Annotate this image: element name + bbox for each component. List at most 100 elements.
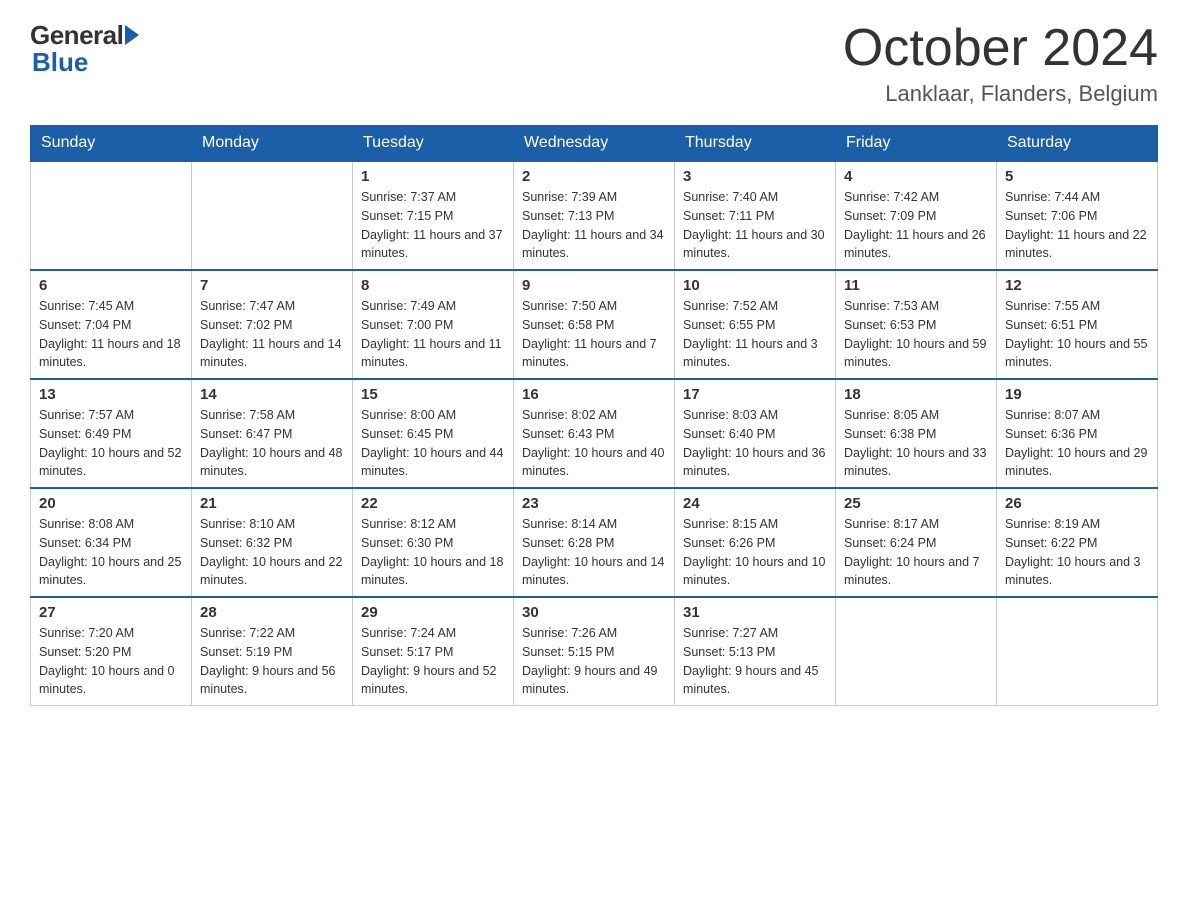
calendar-cell: 3 Sunrise: 7:40 AMSunset: 7:11 PMDaylight… — [675, 161, 836, 270]
calendar-week-4: 20 Sunrise: 8:08 AMSunset: 6:34 PMDayligh… — [31, 488, 1158, 597]
day-number: 4 — [844, 168, 988, 185]
calendar-week-1: 1Sunrise: 7:37 AMSunset: 7:15 PMDaylight… — [31, 161, 1158, 270]
day-info: Sunrise: 8:17 AMSunset: 6:24 PMDaylight:… — [844, 515, 988, 590]
calendar-cell — [31, 161, 192, 270]
day-number: 2 — [522, 168, 666, 185]
calendar-cell: 14 Sunrise: 7:58 AMSunset: 6:47 PMDayligh… — [192, 379, 353, 488]
logo-blue-text: Blue — [30, 47, 88, 78]
calendar-cell: 18 Sunrise: 8:05 AMSunset: 6:38 PMDayligh… — [836, 379, 997, 488]
day-number: 8 — [361, 277, 505, 294]
weekday-header-friday: Friday — [836, 126, 997, 162]
day-number: 19 — [1005, 386, 1149, 403]
day-number: 23 — [522, 495, 666, 512]
calendar-cell: 12 Sunrise: 7:55 AMSunset: 6:51 PMDayligh… — [997, 270, 1158, 379]
day-info: Sunrise: 7:45 AMSunset: 7:04 PMDaylight:… — [39, 297, 183, 372]
location: Lanklaar, Flanders, Belgium — [843, 81, 1158, 107]
calendar-cell: 7Sunrise: 7:47 AMSunset: 7:02 PMDaylight… — [192, 270, 353, 379]
calendar-cell: 6 Sunrise: 7:45 AMSunset: 7:04 PMDaylight… — [31, 270, 192, 379]
day-number: 9 — [522, 277, 666, 294]
day-number: 6 — [39, 277, 183, 294]
day-number: 11 — [844, 277, 988, 294]
day-info: Sunrise: 7:24 AMSunset: 5:17 PMDaylight:… — [361, 624, 505, 699]
day-info: Sunrise: 7:58 AMSunset: 6:47 PMDaylight:… — [200, 406, 344, 481]
calendar-week-5: 27 Sunrise: 7:20 AMSunset: 5:20 PMDayligh… — [31, 597, 1158, 706]
weekday-header-tuesday: Tuesday — [353, 126, 514, 162]
day-number: 12 — [1005, 277, 1149, 294]
day-number: 20 — [39, 495, 183, 512]
calendar-cell: 1Sunrise: 7:37 AMSunset: 7:15 PMDaylight… — [353, 161, 514, 270]
day-number: 15 — [361, 386, 505, 403]
calendar-cell: 17Sunrise: 8:03 AMSunset: 6:40 PMDayligh… — [675, 379, 836, 488]
day-info: Sunrise: 7:22 AMSunset: 5:19 PMDaylight:… — [200, 624, 344, 699]
day-info: Sunrise: 7:49 AMSunset: 7:00 PMDaylight:… — [361, 297, 505, 372]
month-title: October 2024 — [843, 20, 1158, 77]
day-info: Sunrise: 7:52 AMSunset: 6:55 PMDaylight:… — [683, 297, 827, 372]
day-info: Sunrise: 7:55 AMSunset: 6:51 PMDaylight:… — [1005, 297, 1149, 372]
day-info: Sunrise: 7:57 AMSunset: 6:49 PMDaylight:… — [39, 406, 183, 481]
calendar-cell: 5Sunrise: 7:44 AMSunset: 7:06 PMDaylight… — [997, 161, 1158, 270]
calendar-cell: 10Sunrise: 7:52 AMSunset: 6:55 PMDayligh… — [675, 270, 836, 379]
calendar-cell: 16 Sunrise: 8:02 AMSunset: 6:43 PMDayligh… — [514, 379, 675, 488]
day-number: 21 — [200, 495, 344, 512]
day-info: Sunrise: 7:53 AMSunset: 6:53 PMDaylight:… — [844, 297, 988, 372]
logo-arrow-icon — [125, 25, 139, 45]
day-number: 18 — [844, 386, 988, 403]
calendar-cell: 26 Sunrise: 8:19 AMSunset: 6:22 PMDayligh… — [997, 488, 1158, 597]
title-block: October 2024 Lanklaar, Flanders, Belgium — [843, 20, 1158, 107]
day-info: Sunrise: 7:40 AMSunset: 7:11 PMDaylight:… — [683, 188, 827, 263]
weekday-header-saturday: Saturday — [997, 126, 1158, 162]
day-number: 16 — [522, 386, 666, 403]
day-number: 22 — [361, 495, 505, 512]
day-info: Sunrise: 8:15 AMSunset: 6:26 PMDaylight:… — [683, 515, 827, 590]
day-info: Sunrise: 8:02 AMSunset: 6:43 PMDaylight:… — [522, 406, 666, 481]
day-info: Sunrise: 7:47 AMSunset: 7:02 PMDaylight:… — [200, 297, 344, 372]
calendar-cell — [836, 597, 997, 706]
calendar-cell: 21 Sunrise: 8:10 AMSunset: 6:32 PMDayligh… — [192, 488, 353, 597]
calendar-cell: 23 Sunrise: 8:14 AMSunset: 6:28 PMDayligh… — [514, 488, 675, 597]
day-info: Sunrise: 7:42 AMSunset: 7:09 PMDaylight:… — [844, 188, 988, 263]
day-info: Sunrise: 7:39 AMSunset: 7:13 PMDaylight:… — [522, 188, 666, 263]
day-number: 13 — [39, 386, 183, 403]
day-info: Sunrise: 8:00 AMSunset: 6:45 PMDaylight:… — [361, 406, 505, 481]
calendar-cell: 27 Sunrise: 7:20 AMSunset: 5:20 PMDayligh… — [31, 597, 192, 706]
calendar-cell: 24Sunrise: 8:15 AMSunset: 6:26 PMDayligh… — [675, 488, 836, 597]
day-number: 27 — [39, 604, 183, 621]
day-info: Sunrise: 7:44 AMSunset: 7:06 PMDaylight:… — [1005, 188, 1149, 263]
calendar-week-2: 6 Sunrise: 7:45 AMSunset: 7:04 PMDaylight… — [31, 270, 1158, 379]
day-number: 25 — [844, 495, 988, 512]
calendar-cell — [192, 161, 353, 270]
day-info: Sunrise: 8:05 AMSunset: 6:38 PMDaylight:… — [844, 406, 988, 481]
calendar-cell: 9Sunrise: 7:50 AMSunset: 6:58 PMDaylight… — [514, 270, 675, 379]
day-number: 30 — [522, 604, 666, 621]
day-info: Sunrise: 8:19 AMSunset: 6:22 PMDaylight:… — [1005, 515, 1149, 590]
calendar-cell: 4 Sunrise: 7:42 AMSunset: 7:09 PMDaylight… — [836, 161, 997, 270]
day-number: 28 — [200, 604, 344, 621]
calendar-cell: 28 Sunrise: 7:22 AMSunset: 5:19 PMDayligh… — [192, 597, 353, 706]
calendar-cell: 31Sunrise: 7:27 AMSunset: 5:13 PMDayligh… — [675, 597, 836, 706]
page-header: General Blue October 2024 Lanklaar, Flan… — [30, 20, 1158, 107]
day-info: Sunrise: 8:12 AMSunset: 6:30 PMDaylight:… — [361, 515, 505, 590]
calendar-table: SundayMondayTuesdayWednesdayThursdayFrid… — [30, 125, 1158, 706]
calendar-cell: 29Sunrise: 7:24 AMSunset: 5:17 PMDayligh… — [353, 597, 514, 706]
weekday-header-wednesday: Wednesday — [514, 126, 675, 162]
calendar-cell: 2 Sunrise: 7:39 AMSunset: 7:13 PMDaylight… — [514, 161, 675, 270]
calendar-week-3: 13 Sunrise: 7:57 AMSunset: 6:49 PMDayligh… — [31, 379, 1158, 488]
day-number: 3 — [683, 168, 827, 185]
weekday-header-row: SundayMondayTuesdayWednesdayThursdayFrid… — [31, 126, 1158, 162]
day-info: Sunrise: 8:14 AMSunset: 6:28 PMDaylight:… — [522, 515, 666, 590]
day-info: Sunrise: 8:08 AMSunset: 6:34 PMDaylight:… — [39, 515, 183, 590]
day-number: 26 — [1005, 495, 1149, 512]
day-number: 31 — [683, 604, 827, 621]
weekday-header-thursday: Thursday — [675, 126, 836, 162]
calendar-cell: 11 Sunrise: 7:53 AMSunset: 6:53 PMDayligh… — [836, 270, 997, 379]
day-number: 14 — [200, 386, 344, 403]
day-info: Sunrise: 8:10 AMSunset: 6:32 PMDaylight:… — [200, 515, 344, 590]
calendar-cell: 19Sunrise: 8:07 AMSunset: 6:36 PMDayligh… — [997, 379, 1158, 488]
calendar-cell — [997, 597, 1158, 706]
day-info: Sunrise: 7:20 AMSunset: 5:20 PMDaylight:… — [39, 624, 183, 699]
calendar-cell: 25 Sunrise: 8:17 AMSunset: 6:24 PMDayligh… — [836, 488, 997, 597]
calendar-cell: 8 Sunrise: 7:49 AMSunset: 7:00 PMDaylight… — [353, 270, 514, 379]
day-info: Sunrise: 7:37 AMSunset: 7:15 PMDaylight:… — [361, 188, 505, 263]
day-info: Sunrise: 8:03 AMSunset: 6:40 PMDaylight:… — [683, 406, 827, 481]
calendar-cell: 22 Sunrise: 8:12 AMSunset: 6:30 PMDayligh… — [353, 488, 514, 597]
